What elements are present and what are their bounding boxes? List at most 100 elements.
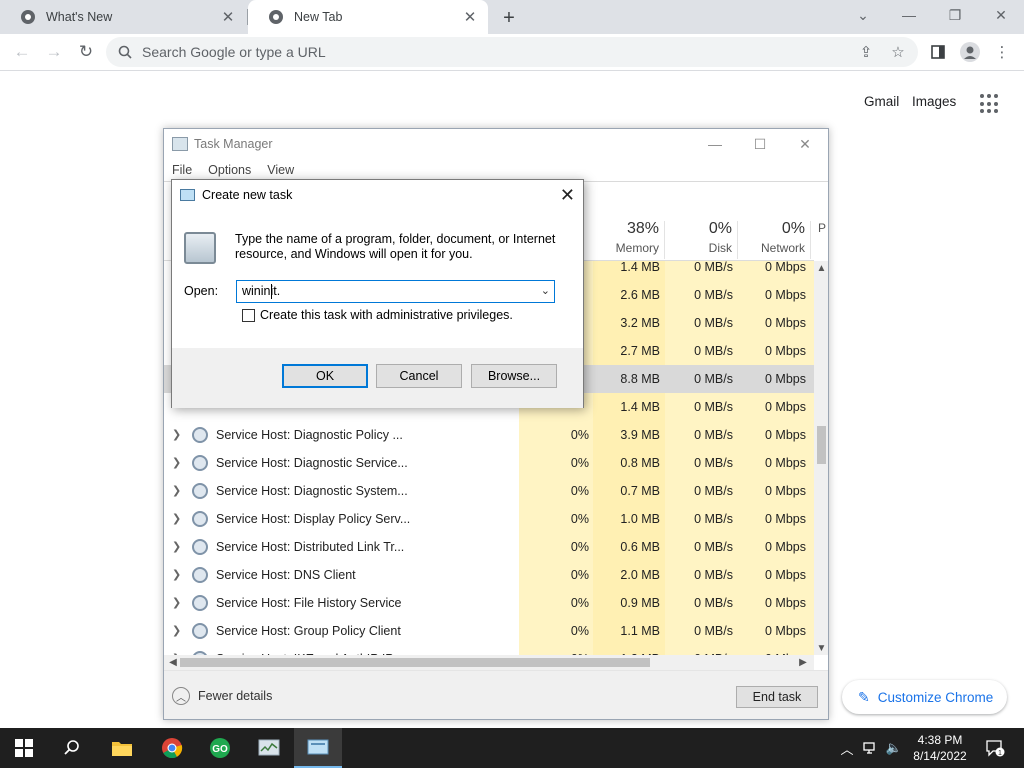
forward-button[interactable]: → (40, 38, 68, 66)
scroll-down-icon[interactable]: ▼ (814, 641, 828, 655)
scroll-up-icon[interactable]: ▲ (814, 261, 828, 275)
address-bar[interactable]: Search Google or type a URL (106, 37, 918, 67)
column-memory[interactable]: 38% Memory (594, 219, 659, 257)
expand-chevron-icon[interactable]: ❯ (172, 512, 181, 525)
scroll-left-icon[interactable]: ◀ (166, 655, 180, 670)
network-value: 0 Mbps (765, 261, 806, 274)
system-clock[interactable]: 4:38 PM 8/14/2022 (905, 732, 975, 764)
search-icon (64, 740, 79, 755)
network-value: 0 Mbps (765, 400, 806, 414)
back-button[interactable]: ← (8, 38, 36, 66)
network-value: 0 Mbps (765, 428, 806, 442)
table-row[interactable]: ❯ Service Host: Group Policy Client 0% 1.1 … (164, 617, 814, 645)
table-row[interactable]: ❯ Service Host: Diagnostic System... 0% 0.7… (164, 477, 814, 505)
tm-minimize-button[interactable]: — (692, 129, 738, 159)
service-gear-icon (192, 539, 208, 555)
menu-file[interactable]: File (164, 160, 200, 180)
task-manager-icon (172, 137, 188, 151)
chevron-down-icon[interactable]: ⌄ (541, 284, 550, 297)
network-value: 0 Mbps (765, 484, 806, 498)
vertical-scrollbar[interactable]: ▲ ▼ (814, 261, 828, 655)
expand-chevron-icon[interactable]: ❯ (172, 484, 181, 497)
admin-privileges-checkbox[interactable]: Create this task with administrative pri… (242, 308, 513, 322)
table-row[interactable]: ❯Service Host: IKE and AuthIP IPs...0%1.… (164, 645, 814, 655)
column-power[interactable]: P (818, 219, 828, 237)
share-icon[interactable]: ⇪ (854, 40, 878, 64)
h-scroll-thumb[interactable] (180, 658, 650, 667)
run-taskbar-button[interactable] (294, 728, 342, 768)
cancel-button[interactable]: Cancel (376, 364, 462, 388)
tab-whats-new[interactable]: What's New ✕ (0, 0, 246, 34)
scroll-right-icon[interactable]: ▶ (796, 655, 810, 670)
expand-chevron-icon[interactable]: ❯ (172, 428, 181, 441)
memory-value: 2.7 MB (620, 344, 660, 358)
task-manager-taskbar-button[interactable] (245, 728, 293, 768)
minimize-button[interactable]: — (886, 0, 932, 30)
checkbox-box[interactable] (242, 308, 255, 322)
horizontal-scrollbar[interactable]: ◀ ▶ (164, 655, 814, 670)
tm-maximize-button[interactable]: ☐ (737, 129, 783, 159)
expand-chevron-icon[interactable]: ❯ (172, 624, 181, 637)
google-apps-icon[interactable] (980, 94, 1000, 114)
table-row[interactable]: ❯ Service Host: Diagnostic Service... 0% 0.… (164, 449, 814, 477)
close-window-button[interactable]: ✕ (978, 0, 1024, 30)
reload-button[interactable]: ↻ (72, 38, 100, 66)
tm-close-button[interactable]: ✕ (782, 129, 828, 159)
scroll-thumb[interactable] (817, 426, 826, 464)
fewer-details-button[interactable]: ︿ Fewer details (172, 687, 272, 705)
program-window-icon (184, 232, 216, 264)
network-value: 0 Mbps (765, 456, 806, 470)
network-icon[interactable] (860, 728, 882, 768)
table-row[interactable]: ❯ Service Host: DNS Client 0% 2.0 MB 0 MB/s 0… (164, 561, 814, 589)
column-network[interactable]: 0% Network (740, 219, 805, 257)
expand-chevron-icon[interactable]: ❯ (172, 456, 181, 469)
new-tab-button[interactable]: + (498, 7, 520, 29)
expand-chevron-icon[interactable]: ❯ (172, 540, 181, 553)
column-divider (810, 221, 811, 259)
expand-chevron-icon[interactable]: ❯ (172, 568, 181, 581)
go-app-button[interactable]: GO (196, 728, 244, 768)
customize-chrome-button[interactable]: ✎ Customize Chrome (842, 680, 1007, 714)
tab-title: What's New (46, 10, 113, 24)
expand-chevron-icon[interactable]: ❯ (172, 596, 181, 609)
open-combobox[interactable]: wininit. ⌄ (236, 280, 555, 303)
network-value: 0 Mbps (765, 372, 806, 386)
browse-button[interactable]: Browse... (471, 364, 557, 388)
table-row[interactable]: ❯ Service Host: Display Policy Serv... 0% 1… (164, 505, 814, 533)
disk-value: 0 MB/s (694, 344, 733, 358)
cpu-value: 0% (570, 568, 589, 582)
file-explorer-button[interactable] (98, 728, 146, 768)
open-input[interactable]: wininit. (242, 284, 280, 298)
start-button[interactable] (0, 728, 48, 768)
images-link[interactable]: Images (912, 94, 956, 109)
process-name: Service Host: File History Service (216, 596, 402, 610)
search-button[interactable] (48, 728, 96, 768)
volume-icon[interactable]: 🔈 (884, 728, 904, 768)
dialog-close-button[interactable]: ✕ (560, 185, 575, 206)
column-disk[interactable]: 0% Disk (667, 219, 732, 257)
side-panel-icon[interactable] (926, 40, 950, 64)
restore-button[interactable]: ❐ (932, 0, 978, 30)
table-row[interactable]: ❯ Service Host: Diagnostic Policy ... 0% 3.… (164, 421, 814, 449)
windows-taskbar: GO ︿ 🔈 4:38 PM 8/14/2022 1 (0, 728, 1024, 768)
table-row[interactable]: ❯ Service Host: Distributed Link Tr... 0% 0… (164, 533, 814, 561)
gmail-link[interactable]: Gmail (864, 94, 899, 109)
process-name: Service Host: DNS Client (216, 568, 356, 582)
tab-new-tab[interactable]: New Tab ✕ (248, 0, 488, 34)
close-tab-icon[interactable]: ✕ (462, 9, 478, 26)
profile-avatar-icon[interactable] (958, 40, 982, 64)
notification-center-icon[interactable]: 1 (980, 728, 1010, 768)
task-manager-title: Task Manager (194, 137, 273, 151)
end-task-button[interactable]: End task (736, 686, 818, 708)
show-hidden-icons-chevron-icon[interactable]: ︿ (838, 728, 856, 768)
menu-view[interactable]: View (259, 160, 302, 180)
bookmark-star-icon[interactable]: ☆ (886, 40, 910, 64)
chrome-taskbar-button[interactable] (148, 728, 196, 768)
pencil-icon: ✎ (858, 688, 870, 705)
ok-button[interactable]: OK (282, 364, 368, 388)
kebab-menu-icon[interactable]: ⋮ (990, 40, 1014, 64)
close-tab-icon[interactable]: ✕ (220, 9, 236, 26)
menu-options[interactable]: Options (200, 160, 259, 180)
tab-search-icon[interactable]: ⌄ (840, 0, 886, 30)
table-row[interactable]: ❯ Service Host: File History Service 0% 0.9… (164, 589, 814, 617)
